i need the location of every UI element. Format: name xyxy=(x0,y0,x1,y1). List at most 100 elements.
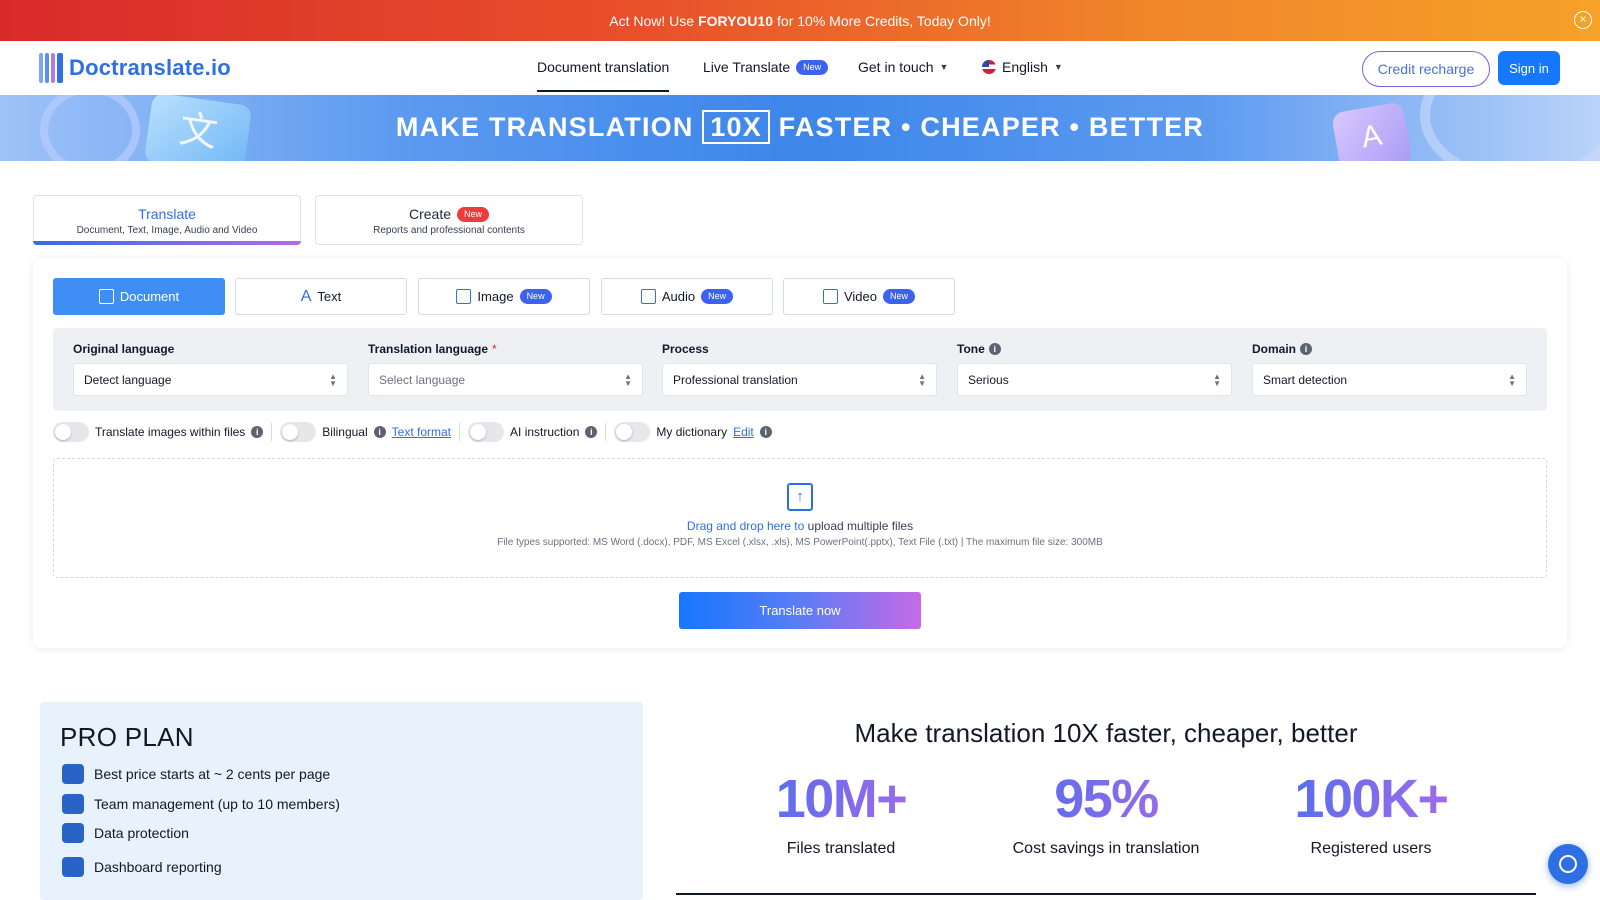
updown-icon: ▲ ▼ xyxy=(1508,371,1516,388)
my-dictionary-toggle[interactable] xyxy=(614,422,651,442)
price-coin-icon xyxy=(62,764,84,784)
option-label: Bilingual xyxy=(322,425,368,439)
pro-plan-item: Team management (up to 10 members) xyxy=(62,794,340,814)
domain-field: Domain i Smart detection ▲ ▼ xyxy=(1252,341,1527,396)
type-tab-audio[interactable]: Audio New xyxy=(601,278,773,315)
sign-in-button[interactable]: Sign in xyxy=(1498,51,1560,85)
tab-create-subtitle: Reports and professional contents xyxy=(373,225,525,236)
promo-code: FORYOU10 xyxy=(698,12,774,29)
dropzone-link[interactable]: Drag and drop here to xyxy=(687,519,804,533)
language-selector[interactable]: English ▼ xyxy=(982,59,1063,75)
select-value: Serious xyxy=(968,372,1009,387)
stats-title: Make translation 10X faster, cheaper, be… xyxy=(854,718,1358,748)
language-label: English xyxy=(1002,59,1048,75)
ai-instruction-toggle[interactable] xyxy=(468,422,505,442)
pro-plan-item-text: Dashboard reporting xyxy=(94,859,222,875)
domain-select[interactable]: Smart detection ▲ ▼ xyxy=(1252,363,1527,396)
translation-settings: Original language Detect language ▲ ▼ Tra… xyxy=(53,328,1547,411)
chevron-down-icon: ▼ xyxy=(1053,62,1063,72)
close-icon[interactable]: × xyxy=(1574,11,1592,29)
nav-get-in-touch[interactable]: Get in touch ▼ xyxy=(858,59,948,75)
type-tab-video[interactable]: Video New xyxy=(783,278,955,315)
select-value: Professional translation xyxy=(673,372,798,387)
translate-now-button[interactable]: Translate now xyxy=(679,592,921,629)
us-flag-icon xyxy=(982,60,996,74)
text-a-icon: A xyxy=(300,287,312,305)
info-icon[interactable]: i xyxy=(373,426,386,438)
info-icon[interactable]: i xyxy=(759,426,772,438)
logo-icon xyxy=(39,53,63,83)
new-badge: New xyxy=(519,289,552,304)
tab-create[interactable]: Create New Reports and professional cont… xyxy=(315,195,583,245)
updown-icon: ▲ ▼ xyxy=(329,371,337,388)
type-tab-text[interactable]: A Text xyxy=(235,278,407,315)
updown-icon: ▲ ▼ xyxy=(624,371,632,388)
chevron-down-icon: ▼ xyxy=(939,62,949,72)
text-format-link[interactable]: Text format xyxy=(392,425,451,439)
stat-registered-users: 100K+ Registered users xyxy=(1241,768,1501,858)
tab-translate[interactable]: Translate Document, Text, Image, Audio a… xyxy=(33,195,301,245)
info-icon[interactable]: i xyxy=(1300,343,1313,355)
chat-support-button[interactable] xyxy=(1548,844,1588,884)
translation-language-select[interactable]: Select language ▲ ▼ xyxy=(368,363,643,396)
select-value: Smart detection xyxy=(1263,372,1348,387)
tab-translate-title: Translate xyxy=(138,206,196,222)
image-icon xyxy=(456,289,472,304)
dashboard-chart-icon xyxy=(62,857,84,877)
pro-plan-item-text: Best price starts at ~ 2 cents per page xyxy=(94,766,331,782)
divider xyxy=(605,423,607,441)
new-badge: New xyxy=(701,289,734,304)
type-tab-label: Document xyxy=(119,289,180,304)
top-navigation: Doctranslate.io Document translation Liv… xyxy=(0,41,1600,95)
bilingual-toggle[interactable] xyxy=(280,422,317,442)
type-tab-label: Text xyxy=(317,289,342,304)
select-value: Detect language xyxy=(84,372,172,387)
dictionary-edit-link[interactable]: Edit xyxy=(733,425,754,439)
type-tab-document[interactable]: Document xyxy=(53,278,225,315)
file-dropzone[interactable]: Drag and drop here to upload multiple fi… xyxy=(53,458,1547,578)
info-icon[interactable]: i xyxy=(251,426,264,438)
type-tab-label: Video xyxy=(843,289,877,304)
select-placeholder: Select language xyxy=(379,372,466,387)
type-tab-label: Audio xyxy=(661,289,696,304)
option-label: AI instruction xyxy=(510,425,580,439)
stat-files-translated: 10M+ Files translated xyxy=(711,768,971,858)
promo-suffix: for 10% More Credits, Today Only! xyxy=(777,12,991,29)
updown-icon: ▲ ▼ xyxy=(918,371,926,388)
team-icon xyxy=(62,794,84,814)
pro-plan-item: Data protection xyxy=(62,823,189,843)
credit-recharge-button[interactable]: Credit recharge xyxy=(1362,51,1490,87)
translation-panel: Document A Text Image New Audio New Vide… xyxy=(33,258,1567,648)
translation-language-field: Translation language * Select language ▲ ▼ xyxy=(368,341,643,396)
option-label: Translate images within files xyxy=(95,425,246,439)
nav-live-label: Live Translate xyxy=(703,59,791,75)
nav-document-translation[interactable]: Document translation xyxy=(537,59,670,92)
translate-images-toggle[interactable] xyxy=(53,422,89,442)
promo-banner: Act Now! Use FORYOU10 for 10% More Credi… xyxy=(0,0,1600,41)
pro-plan-item: Best price starts at ~ 2 cents per page xyxy=(62,764,330,784)
banner-text-part2: FASTER • CHEAPER • BETTER xyxy=(778,112,1205,142)
info-icon[interactable]: i xyxy=(988,343,1001,355)
tone-select[interactable]: Serious ▲ ▼ xyxy=(957,363,1232,396)
pro-plan-card: PRO PLAN Best price starts at ~ 2 cents … xyxy=(40,702,643,900)
type-tab-image[interactable]: Image New xyxy=(418,278,590,315)
option-my-dictionary: My dictionary Edit i xyxy=(614,422,772,442)
field-label: Domain xyxy=(1252,342,1297,356)
stat-cost-savings: 95% Cost savings in translation xyxy=(976,768,1236,858)
field-label: Tone xyxy=(957,342,985,356)
video-icon xyxy=(822,289,838,304)
pro-plan-title: PRO PLAN xyxy=(60,722,194,752)
updown-icon: ▲ ▼ xyxy=(1213,371,1221,388)
required-marker: * xyxy=(492,342,497,356)
stat-number: 95% xyxy=(976,768,1236,830)
process-select[interactable]: Professional translation ▲ ▼ xyxy=(662,363,937,396)
nav-live-translate[interactable]: Live Translate New xyxy=(703,59,829,75)
process-field: Process Professional translation ▲ ▼ xyxy=(662,341,937,396)
hero-banner: 文 A MAKE TRANSLATION 10X FASTER • CHEAPE… xyxy=(0,95,1600,161)
shield-icon xyxy=(62,823,84,843)
original-language-select[interactable]: Detect language ▲ ▼ xyxy=(73,363,348,396)
info-icon[interactable]: i xyxy=(585,426,598,438)
stat-caption: Files translated xyxy=(786,840,896,857)
logo[interactable]: Doctranslate.io xyxy=(39,53,231,83)
promo-prefix: Act Now! Use xyxy=(609,12,695,29)
